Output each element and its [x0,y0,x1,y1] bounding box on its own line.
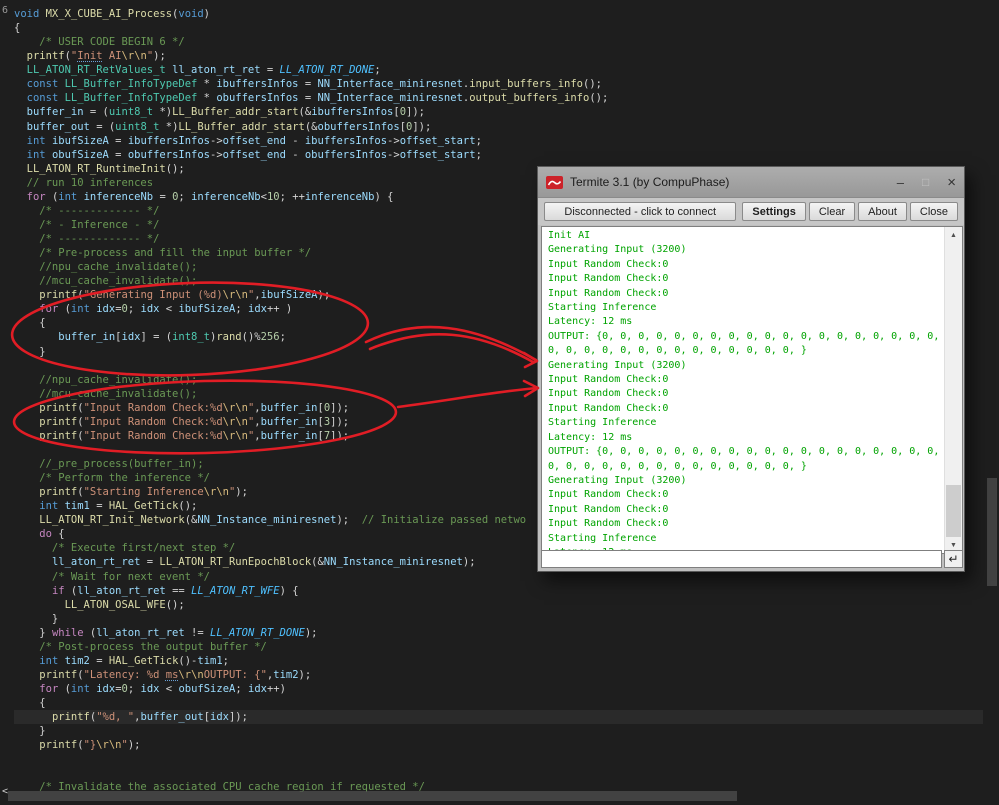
code-line: printf("}\r\n"); [14,738,983,752]
terminal-line: Input Random Check:0 [548,387,942,401]
code-line: /* USER CODE BEGIN 6 */ [14,35,983,49]
terminal-line: Input Random Check:0 [548,517,942,531]
code-line: const LL_Buffer_InfoTypeDef * obuffersIn… [14,91,983,105]
code-line: } [14,612,983,626]
terminal-input-row: ↵ [541,550,963,568]
code-line: printf("Latency: %d ms\r\nOUTPUT: {",tim… [14,668,983,682]
terminal-line: Starting Inference [548,532,942,546]
code-line: /* Post-process the output buffer */ [14,640,983,654]
code-line: printf("%d, ",buffer_out[idx]); [14,710,983,724]
code-line: } while (ll_aton_rt_ret != LL_ATON_RT_DO… [14,626,983,640]
terminal-line: 0, 0, 0, 0, 0, 0, 0, 0, 0, 0, 0, 0, 0, 0… [548,460,942,474]
terminal-input[interactable] [541,550,942,568]
scroll-up-icon[interactable]: ▲ [945,227,962,243]
code-line: const LL_Buffer_InfoTypeDef * ibuffersIn… [14,77,983,91]
about-button[interactable]: About [858,202,907,221]
code-line: for (int idx=0; idx < obufSizeA; idx++) [14,682,983,696]
code-line: buffer_in = (uint8_t *)LL_Buffer_addr_st… [14,105,983,119]
code-line: { [14,696,983,710]
terminal-line: Generating Input (3200) [548,474,942,488]
terminal-panel: Init AIGenerating Input (3200)Input Rand… [541,226,963,554]
terminal-line: 0, 0, 0, 0, 0, 0, 0, 0, 0, 0, 0, 0, 0, 0… [548,344,942,358]
code-line: int obufSizeA = obuffersInfos->offset_en… [14,148,983,162]
terminal-line: Input Random Check:0 [548,488,942,502]
terminal-line: Starting Inference [548,416,942,430]
settings-button[interactable]: Settings [742,202,805,221]
terminal-line: Generating Input (3200) [548,359,942,373]
terminal-line: Input Random Check:0 [548,373,942,387]
code-line: if (ll_aton_rt_ret == LL_ATON_RT_WFE) { [14,584,983,598]
code-line: LL_ATON_OSAL_WFE(); [14,598,983,612]
terminal-line: Input Random Check:0 [548,402,942,416]
terminal-line: Init AI [548,229,942,243]
code-line: } [14,724,983,738]
code-line [14,752,983,766]
terminal-line: OUTPUT: {0, 0, 0, 0, 0, 0, 0, 0, 0, 0, 0… [548,445,942,459]
code-line: printf("Init AI\r\n"); [14,49,983,63]
terminal-line: Starting Inference [548,301,942,315]
editor-horizontal-scrollbar-thumb[interactable] [8,791,737,801]
code-line: buffer_out = (uint8_t *)LL_Buffer_addr_s… [14,120,983,134]
terminal-line: Generating Input (3200) [548,243,942,257]
close-icon[interactable]: × [947,175,956,190]
terminal-scrollbar-thumb[interactable] [946,485,961,537]
termite-titlebar[interactable]: Termite 3.1 (by CompuPhase) – □ × [538,167,964,198]
window-title: Termite 3.1 (by CompuPhase) [570,175,729,189]
terminal-line: Input Random Check:0 [548,503,942,517]
terminal-line: Latency: 12 ms [548,315,942,329]
gutter-line-number: 6 [2,5,8,16]
editor-vertical-scrollbar-thumb[interactable] [987,478,997,586]
termite-app-icon [546,176,563,189]
code-line: int tim2 = HAL_GetTick()-tim1; [14,654,983,668]
termite-window: Termite 3.1 (by CompuPhase) – □ × Discon… [537,166,965,572]
code-line: int ibufSizeA = ibuffersInfos->offset_en… [14,134,983,148]
code-line: { [14,21,983,35]
code-line: LL_ATON_RT_RetValues_t ll_aton_rt_ret = … [14,63,983,77]
close-button[interactable]: Close [910,202,958,221]
connect-button[interactable]: Disconnected - click to connect [544,202,736,221]
send-enter-icon[interactable]: ↵ [944,550,963,568]
terminal-line: Input Random Check:0 [548,272,942,286]
maximize-icon[interactable]: □ [922,176,929,188]
termite-toolbar: Disconnected - click to connect Settings… [538,198,964,225]
code-line: void MX_X_CUBE_AI_Process(void) [14,7,983,21]
terminal-output[interactable]: Init AIGenerating Input (3200)Input Rand… [548,229,942,551]
clear-button[interactable]: Clear [809,202,855,221]
code-line [14,766,983,780]
terminal-line: OUTPUT: {0, 0, 0, 0, 0, 0, 0, 0, 0, 0, 0… [548,330,942,344]
terminal-line: Input Random Check:0 [548,258,942,272]
minimize-icon[interactable]: – [897,176,904,189]
terminal-scrollbar[interactable]: ▲ ▼ [944,227,962,553]
terminal-line: Latency: 12 ms [548,431,942,445]
terminal-line: Input Random Check:0 [548,287,942,301]
